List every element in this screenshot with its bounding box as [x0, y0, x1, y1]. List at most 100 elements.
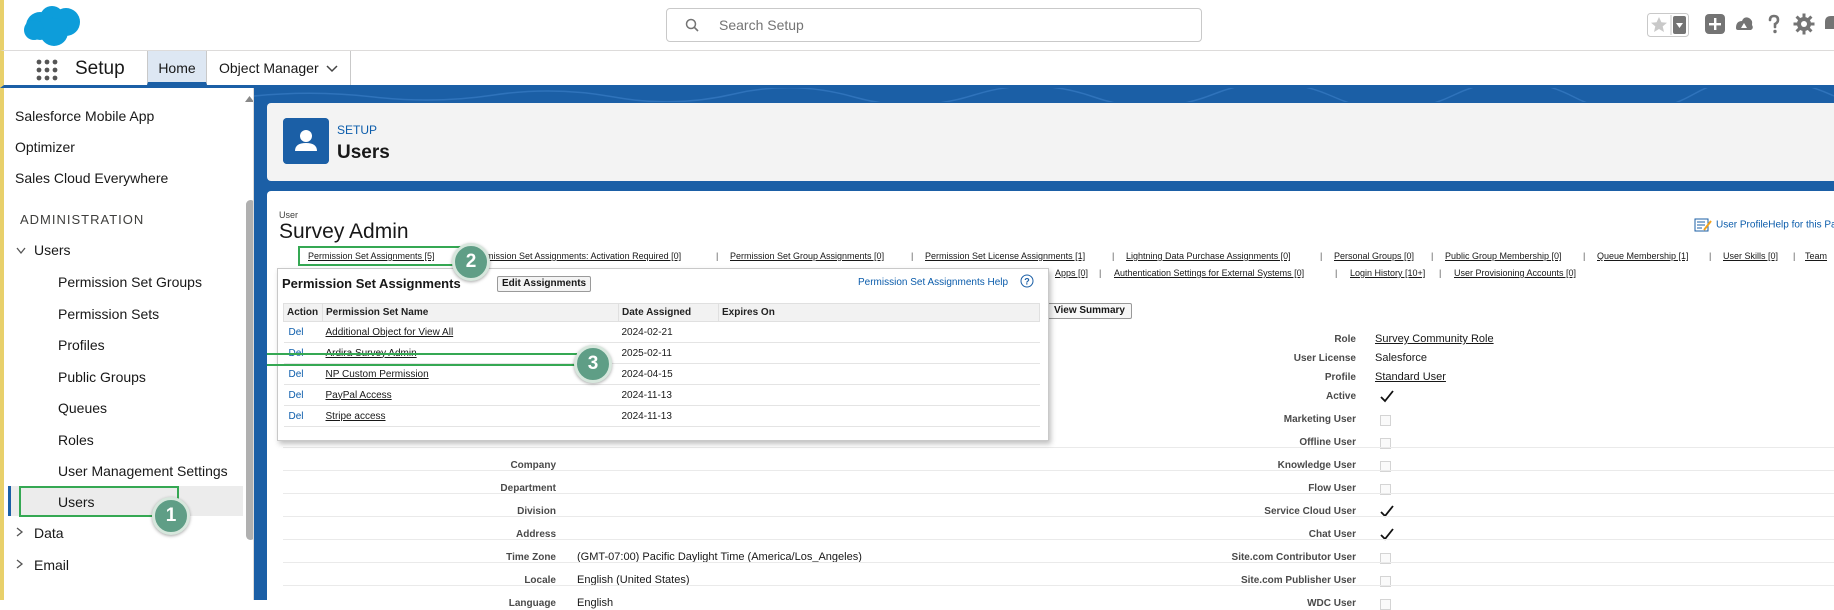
row-divider	[283, 470, 1834, 471]
related-link-login-history[interactable]: Login History [10+]	[1350, 268, 1425, 278]
sidebar-group-data[interactable]: Data	[34, 525, 64, 541]
annotation-badge-2: 2	[452, 243, 490, 281]
related-link-auth-settings-external[interactable]: Authentication Settings for External Sys…	[1114, 268, 1304, 278]
page-header	[267, 103, 1834, 181]
svg-text:?: ?	[1024, 277, 1030, 287]
related-link-team[interactable]: Team	[1805, 251, 1827, 261]
popup-title: Permission Set Assignments	[282, 276, 461, 291]
help-links-text[interactable]: User ProfileHelp for this Pa	[1716, 220, 1834, 231]
column-header-expires-on[interactable]: Expires On	[718, 303, 1040, 322]
sidebar-item-permission-sets[interactable]: Permission Sets	[58, 306, 159, 322]
field-value[interactable]: Standard User	[1375, 371, 1446, 383]
related-link-user-skills[interactable]: User Skills [0]	[1723, 251, 1778, 261]
row-divider	[283, 562, 1834, 563]
field-value: English	[577, 597, 614, 609]
edit-assignments-button[interactable]: Edit Assignments	[497, 276, 592, 292]
view-summary-button[interactable]: View Summary	[1047, 303, 1132, 319]
chevron-down-icon[interactable]	[16, 247, 26, 255]
row-divider	[283, 493, 1834, 494]
edit-layout-icon[interactable]	[1694, 218, 1712, 232]
related-link-apps[interactable]: Apps [0]	[1055, 268, 1088, 278]
expires-on	[718, 384, 1040, 406]
sidebar-item-roles[interactable]: Roles	[58, 432, 94, 448]
breadcrumb[interactable]: SETUP	[337, 123, 377, 137]
sidebar-item-user-management-settings[interactable]: User Management Settings	[58, 463, 228, 479]
sidebar-item-permission-set-groups[interactable]: Permission Set Groups	[58, 274, 202, 290]
sidebar-item-queues[interactable]: Queues	[58, 400, 107, 416]
salesforce-logo[interactable]	[22, 4, 84, 48]
row-divider	[283, 585, 1834, 586]
delete-link[interactable]: Del	[283, 384, 323, 406]
related-link-public-group-membership[interactable]: Public Group Membership [0]	[1445, 251, 1562, 261]
permission-set-name-link[interactable]: PayPal Access	[322, 384, 619, 406]
search-icon	[685, 18, 699, 32]
setup-sidebar: Salesforce Mobile App Optimizer Sales Cl…	[0, 88, 254, 600]
related-link-permission-set-license-assignments[interactable]: Permission Set License Assignments [1]	[925, 251, 1085, 261]
column-header-permission-set-name[interactable]: Permission Set Name	[322, 303, 619, 322]
trailhead-icon[interactable]	[1733, 13, 1755, 35]
related-link-permission-set-group-assignments[interactable]: Permission Set Group Assignments [0]	[730, 251, 884, 261]
app-launcher-icon[interactable]	[36, 59, 58, 81]
setup-gear-icon[interactable]	[1793, 13, 1815, 35]
delete-link[interactable]: Del	[283, 363, 323, 385]
sidebar-item-public-groups[interactable]: Public Groups	[58, 369, 146, 385]
annotation-badge-3: 3	[574, 345, 612, 383]
field-label: Profile	[1324, 372, 1356, 383]
sidebar-group-email[interactable]: Email	[34, 557, 69, 573]
date-assigned: 2024-11-13	[618, 384, 719, 406]
date-assigned: 2025-02-11	[618, 342, 719, 364]
permission-set-name-link[interactable]: Stripe access	[322, 405, 619, 427]
date-assigned: 2024-02-21	[618, 321, 719, 343]
related-link-lightning-data-purchase[interactable]: Lightning Data Purchase Assignments [0]	[1126, 251, 1291, 261]
sidebar-item-salesforce-mobile-app[interactable]: Salesforce Mobile App	[15, 108, 154, 124]
sidebar-item-sales-cloud-everywhere[interactable]: Sales Cloud Everywhere	[15, 170, 168, 186]
table-row: Del Stripe access 2024-11-13	[283, 405, 1040, 427]
column-header-date-assigned[interactable]: Date Assigned	[618, 303, 719, 322]
annotation-highlight-permission-set-assignments	[298, 246, 473, 266]
sidebar-item-optimizer[interactable]: Optimizer	[15, 139, 75, 155]
table-row: Del NP Custom Permission 2024-04-15	[283, 363, 1040, 385]
sidebar-scrollbar-thumb[interactable]	[246, 200, 253, 540]
link-separator: |	[1431, 251, 1434, 261]
field-label: Active	[1325, 391, 1356, 402]
chevron-right-icon[interactable]	[16, 527, 24, 537]
tab-object-manager[interactable]: Object Manager	[208, 51, 351, 85]
delete-link[interactable]: Del	[283, 405, 323, 427]
help-circle-icon[interactable]: ?	[1020, 274, 1034, 288]
link-separator: |	[1099, 268, 1102, 278]
chevron-right-icon[interactable]	[16, 559, 24, 569]
date-assigned: 2024-11-13	[618, 405, 719, 427]
field-value[interactable]: Survey Community Role	[1375, 333, 1494, 345]
annotation-underline-ardira	[267, 364, 577, 366]
sidebar-item-profiles[interactable]: Profiles	[58, 337, 105, 353]
notifications-icon[interactable]	[1822, 13, 1834, 35]
header-pattern	[254, 88, 1834, 102]
related-link-personal-groups[interactable]: Personal Groups [0]	[1334, 251, 1414, 261]
field-value: Salesforce	[1375, 352, 1427, 364]
chevron-down-icon[interactable]	[326, 65, 338, 73]
help-links: User ProfileHelp for this Pa	[1694, 218, 1834, 232]
table-row: Del PayPal Access 2024-11-13	[283, 384, 1040, 406]
global-actions-plus-icon[interactable]	[1704, 13, 1726, 35]
field-label: Marketing User	[1283, 414, 1356, 425]
related-link-user-provisioning[interactable]: User Provisioning Accounts [0]	[1454, 268, 1576, 278]
setup-search[interactable]	[666, 8, 1202, 42]
popup-help-link[interactable]: Permission Set Assignments Help	[858, 277, 1008, 288]
expires-on	[718, 363, 1040, 385]
annotation-badge-1: 1	[152, 497, 190, 535]
expires-on	[718, 321, 1040, 343]
row-divider	[283, 447, 1834, 448]
checkbox-unchecked	[1380, 415, 1391, 426]
permission-set-name-link[interactable]: Additional Object for View All	[322, 321, 619, 343]
delete-link[interactable]: Del	[283, 321, 323, 343]
related-link-queue-membership[interactable]: Queue Membership [1]	[1597, 251, 1689, 261]
page-title: Users	[337, 142, 390, 163]
tab-home[interactable]: Home	[147, 51, 207, 85]
column-header-action: Action	[283, 303, 323, 322]
sidebar-group-users[interactable]: Users	[34, 242, 71, 258]
search-input[interactable]	[717, 15, 1177, 35]
favorites-star-icon[interactable]	[1647, 13, 1689, 37]
field-label: User License	[1293, 353, 1356, 364]
help-icon[interactable]	[1764, 13, 1784, 35]
related-link-activation-required[interactable]: Permission Set Assignments: Activation R…	[472, 251, 709, 261]
